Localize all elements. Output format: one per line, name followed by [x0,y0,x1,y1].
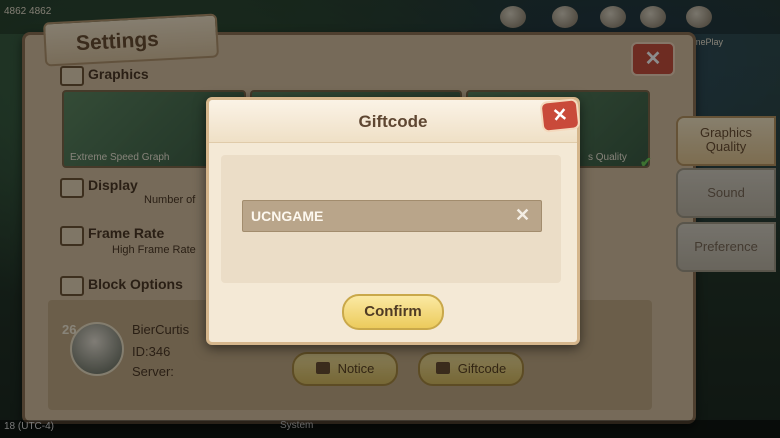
dialog-title: Giftcode [358,112,428,131]
clear-input-icon[interactable]: ✕ [515,205,530,226]
giftcode-input[interactable]: UCNGAME [242,200,542,232]
confirm-button[interactable]: Confirm [342,294,444,330]
dialog-close-button[interactable]: ✕ [539,98,581,133]
